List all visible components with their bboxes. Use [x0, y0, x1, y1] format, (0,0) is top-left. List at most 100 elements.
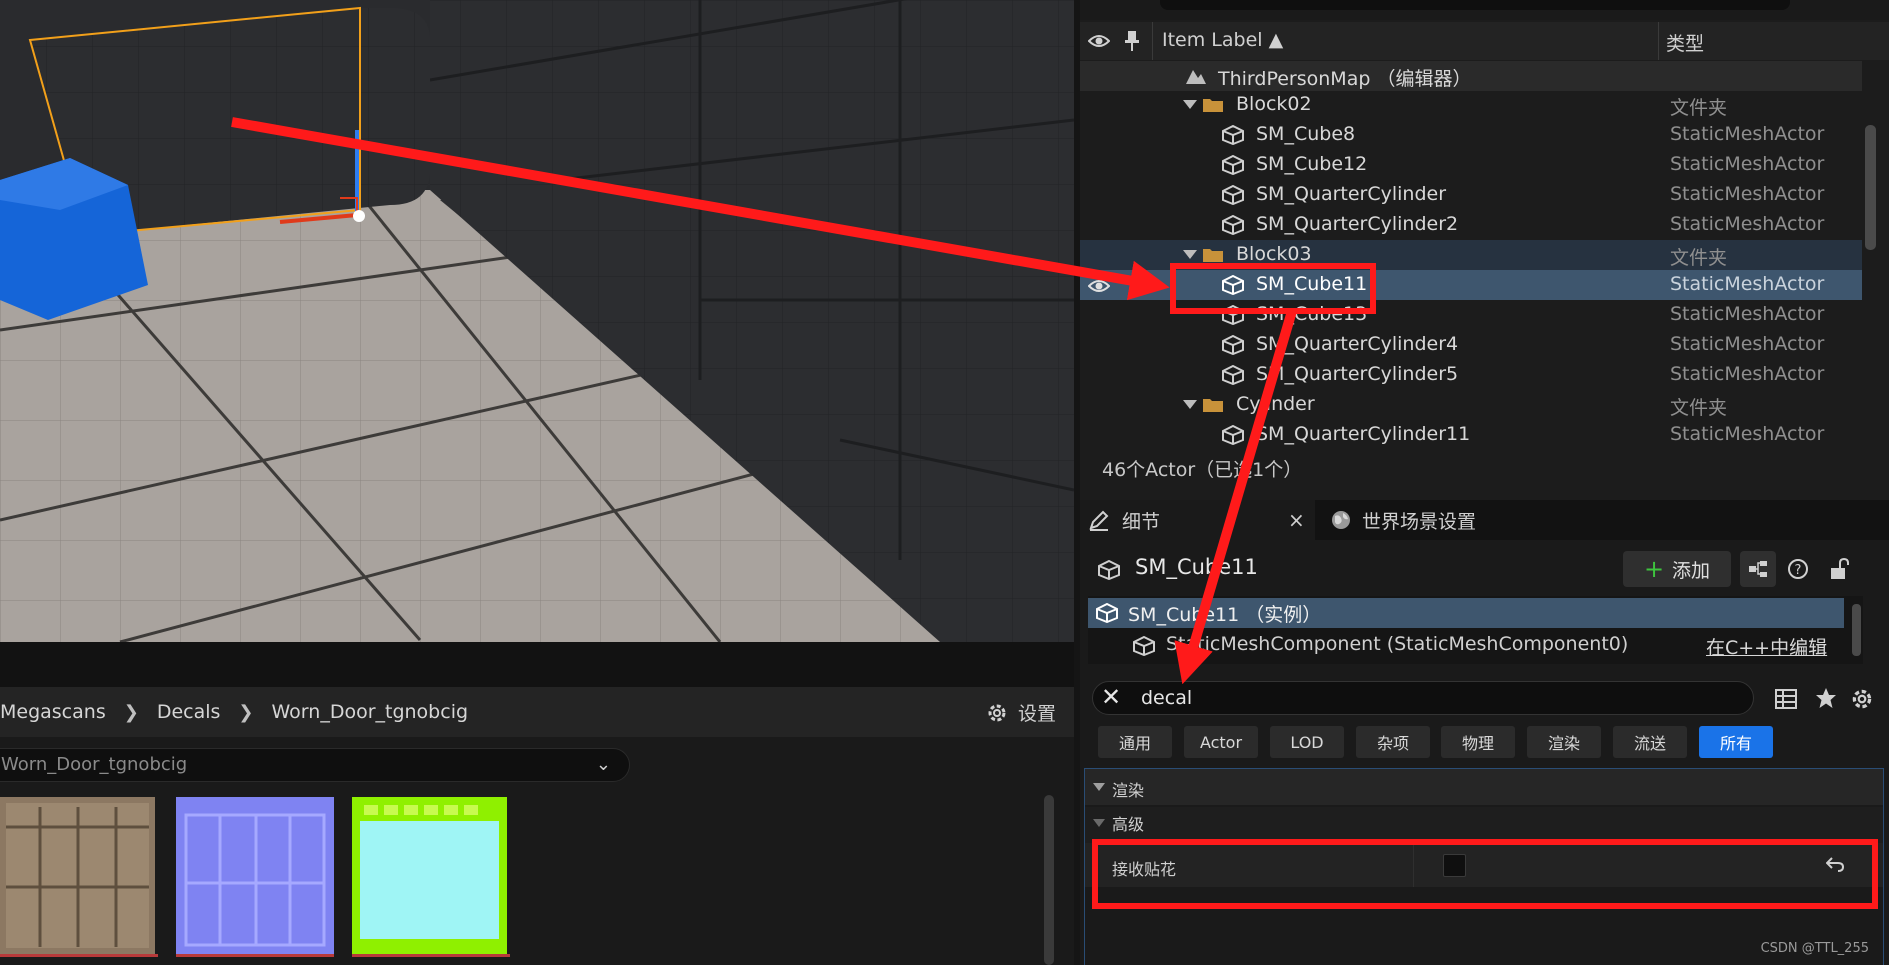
filter-streaming[interactable]: 流送 — [1613, 726, 1687, 758]
outliner-row-actor-selected[interactable]: SM_Cube11 StaticMeshActor — [1080, 270, 1862, 300]
table-view-icon[interactable] — [1775, 689, 1797, 709]
filter-misc[interactable]: 杂项 — [1356, 726, 1430, 758]
outliner-row-actor[interactable]: SM_Cube12 StaticMeshActor — [1080, 150, 1862, 180]
star-icon[interactable] — [1815, 687, 1837, 709]
outliner-column-header: Item Label ▲ 类型 — [1080, 22, 1889, 60]
folder-icon — [1203, 249, 1223, 262]
gizmo-pivot[interactable] — [353, 210, 365, 222]
static-mesh-icon — [1222, 425, 1244, 445]
property-row-receives-decals: 接收贴花 — [1085, 843, 1883, 887]
svg-text:?: ? — [1795, 563, 1802, 578]
filter-lod[interactable]: LOD — [1270, 726, 1344, 758]
gear-icon — [988, 704, 1006, 721]
help-icon: ? — [1788, 559, 1808, 579]
row-type: StaticMeshActor — [1670, 153, 1825, 175]
outliner-row-folder[interactable]: Cylinder 文件夹 — [1080, 390, 1862, 420]
outliner-toolbar — [1080, 0, 1889, 20]
settings-button[interactable]: 设置 — [986, 699, 1056, 726]
filter-actor[interactable]: Actor — [1184, 726, 1258, 758]
tab-details[interactable]: 细节 × — [1080, 500, 1315, 540]
row-type: StaticMeshActor — [1670, 213, 1825, 235]
clear-search-icon[interactable]: ✕ — [1101, 683, 1121, 711]
pencil-icon — [1089, 510, 1109, 531]
actor-name-field[interactable]: SM_Cube11 — [1135, 555, 1258, 579]
map-icon — [1186, 70, 1206, 84]
pin-icon[interactable] — [1124, 30, 1140, 52]
row-type: StaticMeshActor — [1670, 123, 1825, 145]
outliner-row-map[interactable]: ThirdPersonMap （编辑器） — [1080, 61, 1862, 91]
add-component-button[interactable]: + 添加 — [1623, 551, 1731, 587]
outliner-search-input[interactable] — [1160, 0, 1790, 10]
chevron-right-icon: ❯ — [238, 701, 254, 723]
settings-label: 设置 — [1017, 703, 1056, 725]
outliner-row-actor[interactable]: SM_QuarterCylinder5 StaticMeshActor — [1080, 360, 1862, 390]
filter-all[interactable]: 所有 — [1699, 726, 1773, 758]
filter-general[interactable]: 通用 — [1098, 726, 1172, 758]
component-child-row[interactable]: StaticMeshComponent (StaticMeshComponent… — [1088, 628, 1844, 662]
outliner-row-actor[interactable]: SM_Cube13 StaticMeshActor — [1080, 300, 1862, 330]
static-mesh-icon — [1222, 305, 1244, 325]
property-list: 渲染 高级 接收贴花 — [1084, 768, 1884, 965]
category-advanced[interactable]: 高级 — [1085, 807, 1883, 843]
row-type: StaticMeshActor — [1670, 363, 1825, 385]
outliner-row-actor[interactable]: SM_QuarterCylinder StaticMeshActor — [1080, 180, 1862, 210]
row-type: StaticMeshActor — [1670, 183, 1825, 205]
category-rendering[interactable]: 渲染 — [1085, 769, 1883, 805]
collapse-arrow-icon[interactable] — [1093, 783, 1105, 791]
filter-physics[interactable]: 物理 — [1441, 726, 1515, 758]
outliner-row-folder[interactable]: Block02 文件夹 — [1080, 90, 1862, 120]
outliner-scrollbar[interactable] — [1865, 125, 1876, 250]
static-mesh-icon — [1222, 365, 1244, 385]
row-label: SM_QuarterCylinder11 — [1256, 423, 1471, 445]
path-dropdown[interactable]: Worn_Door_tgnobcig ⌄ — [0, 748, 630, 782]
receives-decals-checkbox[interactable] — [1443, 854, 1466, 877]
eye-icon[interactable] — [1088, 277, 1110, 295]
column-item-label[interactable]: Item Label ▲ — [1162, 29, 1283, 51]
outliner-row-actor[interactable]: SM_QuarterCylinder11 StaticMeshActor — [1080, 420, 1862, 450]
edit-in-cpp-link[interactable]: 在C++中编辑 — [1706, 633, 1827, 660]
lock-button[interactable] — [1821, 551, 1857, 587]
expand-arrow-icon[interactable] — [1183, 250, 1197, 259]
row-label: SM_Cube12 — [1256, 153, 1368, 175]
expand-arrow-icon[interactable] — [1183, 400, 1197, 409]
chevron-right-icon: ❯ — [123, 701, 139, 723]
outliner-row-actor[interactable]: SM_Cube8 StaticMeshActor — [1080, 120, 1862, 150]
eye-icon[interactable] — [1088, 32, 1110, 50]
blueprint-hierarchy-button[interactable] — [1740, 551, 1776, 587]
breadcrumb-item-decals[interactable]: Decals — [157, 701, 221, 723]
add-label: 添加 — [1672, 559, 1711, 582]
details-search-input[interactable]: ✕ decal — [1092, 681, 1754, 715]
outliner-row-folder[interactable]: Block03 文件夹 — [1080, 240, 1862, 270]
outliner-row-actor[interactable]: SM_QuarterCylinder2 StaticMeshActor — [1080, 210, 1862, 240]
details-tab-bar: 细节 × 世界场景设置 — [1080, 500, 1889, 540]
texture-thumb-orm[interactable] — [352, 797, 510, 957]
collapse-arrow-icon[interactable] — [1093, 819, 1105, 827]
details-panel: 细节 × 世界场景设置 SM_Cube11 + 添加 ? SM_Cube11 （… — [1080, 500, 1889, 965]
globe-icon — [1332, 511, 1350, 529]
search-value: decal — [1141, 687, 1193, 709]
component-root-row[interactable]: SM_Cube11 （实例） — [1088, 598, 1844, 628]
texture-thumb-normal[interactable] — [176, 797, 334, 957]
row-label: SM_QuarterCylinder — [1256, 183, 1447, 205]
level-viewport[interactable] — [0, 0, 1074, 642]
reset-to-default-icon[interactable] — [1826, 856, 1844, 872]
static-mesh-icon — [1222, 335, 1244, 355]
texture-thumb-basecolor[interactable] — [0, 797, 158, 957]
outliner-row-actor[interactable]: SM_QuarterCylinder4 StaticMeshActor — [1080, 330, 1862, 360]
static-mesh-icon — [1222, 125, 1244, 145]
plus-icon: + — [1643, 555, 1665, 583]
viewport-scene[interactable] — [0, 0, 1074, 642]
column-type[interactable]: 类型 — [1666, 29, 1704, 56]
row-type: 文件夹 — [1670, 97, 1728, 119]
breadcrumb-item-worn-door[interactable]: Worn_Door_tgnobcig — [272, 701, 469, 723]
expand-arrow-icon[interactable] — [1183, 100, 1197, 109]
filter-rendering[interactable]: 渲染 — [1527, 726, 1601, 758]
gear-icon[interactable] — [1850, 687, 1874, 711]
tab-world-settings[interactable]: 世界场景设置 — [1330, 500, 1476, 540]
content-browser-scrollbar[interactable] — [1044, 795, 1054, 965]
row-label: Cylinder — [1236, 393, 1315, 415]
close-icon[interactable]: × — [1288, 508, 1305, 532]
breadcrumb-item-megascans[interactable]: Megascans — [0, 701, 106, 723]
help-button[interactable]: ? — [1780, 551, 1816, 587]
component-tree-scrollbar[interactable] — [1852, 604, 1861, 656]
